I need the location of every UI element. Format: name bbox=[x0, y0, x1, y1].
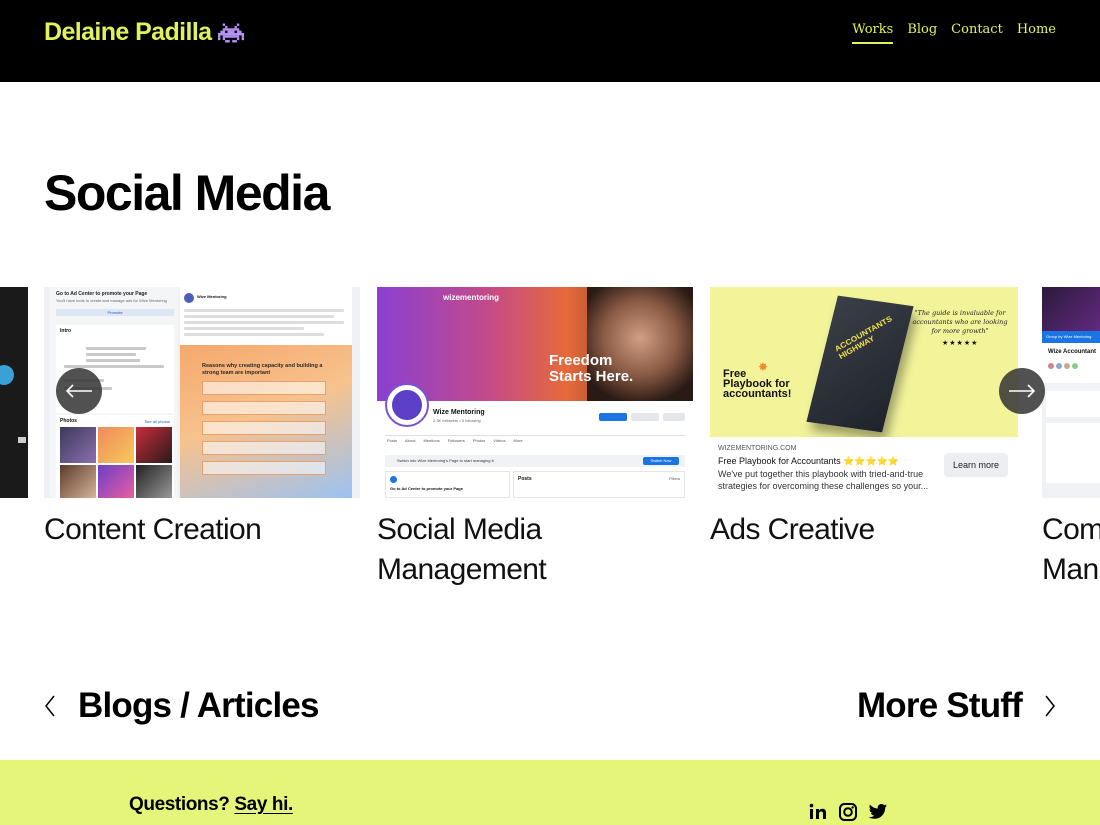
thumb-promote-button: Promote bbox=[56, 309, 174, 316]
thumb-photos: Photos bbox=[60, 418, 77, 424]
chevron-right-icon bbox=[1045, 695, 1055, 717]
thumb-filters: Filters bbox=[669, 476, 680, 481]
carousel-slide-social-media-management[interactable]: wizementoring Freedom Starts Here. Wize … bbox=[377, 287, 693, 590]
carousel-slide-content-creation[interactable]: Go to Ad Center to promote your Page You… bbox=[44, 287, 360, 550]
arrow-right-icon bbox=[1009, 384, 1036, 398]
thumb-intro: Intro bbox=[60, 328, 72, 334]
footer-questions: Questions? Say hi. bbox=[129, 794, 293, 816]
thumb-book-title: ACCOUNTANTS HIGHWAY bbox=[833, 314, 894, 361]
brand-name: Delaine Padilla bbox=[44, 18, 212, 46]
instagram-icon[interactable] bbox=[838, 802, 858, 822]
nav-blog[interactable]: Blog bbox=[907, 22, 937, 44]
next-page-link[interactable]: More Stuff bbox=[857, 686, 1056, 726]
thumb-followers: 2.3K followers • 3 following bbox=[433, 418, 481, 423]
carousel-slide-partial-left[interactable] bbox=[0, 287, 28, 498]
carousel-prev-button[interactable] bbox=[56, 368, 102, 414]
twitter-icon[interactable] bbox=[868, 802, 888, 822]
nav-home[interactable]: Home bbox=[1017, 22, 1056, 44]
arrow-left-icon bbox=[65, 384, 92, 398]
thumbnail-social-media-management: wizementoring Freedom Starts Here. Wize … bbox=[377, 287, 693, 498]
thumb-page-name: Wize Mentoring bbox=[433, 409, 485, 416]
thumbnail-ads-creative: "The guide is invaluable for accountants… bbox=[710, 287, 1018, 498]
nav-contact[interactable]: Contact bbox=[951, 22, 1003, 44]
thumb-free-3: accountants! bbox=[723, 388, 792, 400]
carousel-next-button[interactable] bbox=[999, 368, 1045, 414]
thumb-group: Group by Wize Mentoring bbox=[1046, 334, 1092, 339]
thumb-post-title: Wize Mentoring bbox=[197, 294, 227, 299]
slide-caption-ads-creative: Ads Creative bbox=[710, 513, 875, 546]
thumb-ad-desc: We've put together this playbook with tr… bbox=[718, 469, 929, 491]
thumb-see-all: See all photos bbox=[144, 419, 170, 424]
site-logo[interactable]: Delaine Padilla bbox=[44, 18, 245, 47]
thumb-tab-posts: Posts bbox=[387, 438, 398, 443]
next-page-label: More Stuff bbox=[856, 686, 1023, 725]
caption-line-2: Management bbox=[377, 553, 547, 586]
carousel-slide-ads-creative[interactable]: "The guide is invaluable for accountants… bbox=[710, 287, 1018, 550]
main-nav: Works Blog Contact Home bbox=[852, 22, 1056, 44]
thumb-tab-about: About bbox=[405, 438, 416, 443]
carousel-slide-community-management[interactable]: Group by Wize Mentoring Wize Accountant … bbox=[1042, 287, 1100, 590]
thumb-reasons: Reasons why creating capacity and buildi… bbox=[202, 363, 323, 376]
thumb-ad-center: Go to Ad Center to promote your Page bbox=[56, 291, 148, 297]
thumb-learn-more: Learn more bbox=[944, 453, 1008, 477]
space-invader-icon bbox=[218, 23, 245, 42]
questions-label: Questions? bbox=[129, 794, 230, 815]
slide-caption-community-management: Com Man bbox=[1042, 510, 1100, 590]
thumbnail-community-management: Group by Wize Mentoring Wize Accountant bbox=[1042, 287, 1100, 498]
thumb-tab-videos: Videos bbox=[493, 438, 506, 443]
slide-caption-content-creation: Content Creation bbox=[44, 513, 262, 546]
nav-works[interactable]: Works bbox=[852, 22, 894, 44]
thumb-tab-mentions: Mentions bbox=[423, 438, 440, 443]
works-carousel: Go to Ad Center to promote your Page You… bbox=[0, 287, 1100, 597]
caption-line-1: Social Media bbox=[377, 513, 542, 546]
thumb-stars: ★★★★★ bbox=[942, 340, 979, 347]
prev-page-label: Blogs / Articles bbox=[78, 686, 320, 725]
slide-caption-social-media-management: Social Media Management bbox=[377, 510, 693, 590]
thumb-tab-photos: Photos bbox=[472, 438, 486, 443]
chevron-left-icon bbox=[45, 695, 55, 717]
caption-line-2: Man bbox=[1042, 553, 1099, 586]
thumb-ad-center-2: Go to Ad Center to promote your Page bbox=[390, 486, 463, 491]
social-links bbox=[808, 802, 888, 822]
thumb-group-title: Wize Accountant bbox=[1048, 349, 1097, 355]
caption-line-1: Com bbox=[1042, 513, 1100, 546]
site-header: Delaine Padilla Works Blog Contact Home bbox=[0, 0, 1100, 82]
thumb-switch-text: Switch into Wize Mentoring's Page to sta… bbox=[397, 458, 495, 463]
thumb-headline-1: Freedom bbox=[549, 352, 613, 369]
thumb-headline-2: Starts Here. bbox=[549, 368, 634, 385]
thumb-quote: "The guide is invaluable for accountants… bbox=[912, 309, 1008, 335]
thumb-ad-headline: Free Playbook for Accountants ⭐⭐⭐⭐⭐ bbox=[718, 456, 900, 466]
thumb-tab-followers: Followers bbox=[447, 438, 465, 443]
sparkle-icon: ✸ bbox=[758, 360, 769, 374]
prev-page-link[interactable]: Blogs / Articles bbox=[44, 686, 320, 726]
site-footer: Questions? Say hi. bbox=[0, 760, 1100, 825]
page-title: Social Media bbox=[44, 165, 330, 221]
thumb-switch-button: Switch Now bbox=[643, 457, 679, 465]
thumb-domain: WIZEMENTORING.COM bbox=[718, 445, 797, 452]
say-hi-link[interactable]: Say hi. bbox=[234, 794, 293, 815]
thumb-brand: wizementoring bbox=[443, 293, 500, 302]
thumb-posts: Posts bbox=[518, 476, 532, 482]
thumb-tab-more: More bbox=[513, 438, 523, 443]
thumb-ad-center-sub: You'll have tools to create and manage a… bbox=[56, 298, 167, 303]
linkedin-icon[interactable] bbox=[808, 802, 828, 822]
